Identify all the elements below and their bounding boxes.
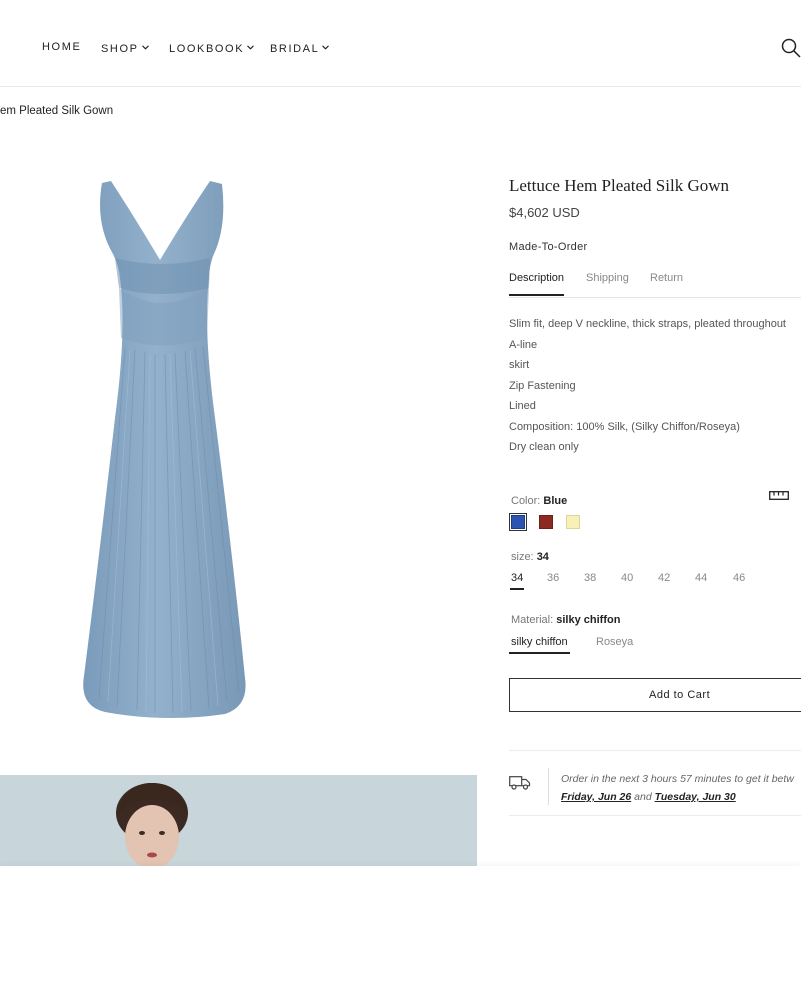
size-option-44[interactable]: 44 — [695, 572, 707, 584]
search-icon[interactable] — [781, 38, 801, 63]
size-label: size: 34 — [511, 551, 549, 563]
color-swatch-cream[interactable] — [566, 515, 580, 529]
material-label-text: Material: — [511, 614, 554, 626]
lifestyle-image[interactable] — [0, 775, 477, 866]
tab-description[interactable]: Description — [509, 272, 565, 296]
description-line: A-line — [509, 338, 538, 351]
truck-icon — [509, 776, 531, 795]
product-description: Slim fit, deep V neckline, thick straps,… — [509, 316, 801, 460]
product-title: Lettuce Hem Pleated Silk Gown — [509, 176, 730, 195]
nav-bridal-label: BRIDAL — [270, 43, 320, 55]
nav-home-label: HOME — [42, 41, 82, 53]
description-line: skirt — [509, 359, 530, 371]
site-header: HOME SHOP LOOKBOOK BRIDAL — [0, 0, 801, 87]
product-tabs: Description Shipping Return — [509, 272, 801, 298]
description-line: Slim fit, deep V neckline, thick straps,… — [509, 318, 786, 330]
delivery-date-start: Friday, Jun 26 — [561, 791, 632, 803]
nav-lookbook[interactable]: LOOKBOOK — [169, 41, 255, 55]
chevron-down-icon — [247, 41, 255, 53]
description-line: Zip Fastening — [509, 379, 576, 392]
delivery-text: Order in the next 3 hours 57 minutes to … — [561, 770, 794, 806]
size-option-38[interactable]: 38 — [584, 572, 596, 584]
delivery-divider — [548, 768, 549, 805]
breadcrumb: em Pleated Silk Gown — [0, 105, 114, 117]
delivery-and: and — [634, 791, 652, 803]
tab-return[interactable]: Return — [650, 272, 683, 284]
color-selected-value: Blue — [543, 495, 568, 507]
size-option-40[interactable]: 40 — [621, 572, 633, 584]
material-selected-value: silky chiffon — [556, 614, 621, 626]
ruler-icon[interactable] — [769, 488, 789, 506]
chevron-down-icon — [322, 41, 330, 53]
product-image[interactable] — [75, 178, 255, 728]
delivery-estimate: Order in the next 3 hours 57 minutes to … — [509, 750, 801, 816]
made-to-order-label: Made-To-Order — [509, 241, 588, 253]
description-line: Lined — [509, 400, 536, 412]
size-selected-value: 34 — [536, 551, 549, 563]
nav-bridal[interactable]: BRIDAL — [270, 41, 330, 55]
delivery-line-2: Friday, Jun 26 and Tuesday, Jun 30 — [561, 788, 794, 806]
delivery-line-1: Order in the next 3 hours 57 minutes to … — [561, 773, 794, 785]
tab-shipping[interactable]: Shipping — [586, 272, 629, 284]
size-option-36[interactable]: 36 — [547, 572, 559, 584]
blank-area — [0, 866, 801, 1000]
material-option-roseya[interactable]: Roseya — [596, 636, 633, 648]
product-price: $4,602 USD — [509, 205, 580, 220]
page-viewport: HOME SHOP LOOKBOOK BRIDAL em Pleated Sil… — [0, 0, 801, 866]
nav-shop-label: SHOP — [101, 43, 139, 55]
chevron-down-icon — [141, 41, 149, 53]
size-label-text: size: — [511, 551, 534, 563]
size-option-46[interactable]: 46 — [733, 572, 745, 584]
nav-home[interactable]: HOME — [42, 41, 81, 53]
delivery-date-end: Tuesday, Jun 30 — [654, 791, 736, 803]
size-option-34[interactable]: 34 — [509, 572, 525, 590]
material-option-silky-chiffon[interactable]: silky chiffon — [509, 636, 570, 654]
color-swatch-blue[interactable] — [509, 513, 527, 531]
description-line: Composition: 100% Silk, (Silky Chiffon/R… — [509, 420, 740, 433]
description-line: Dry clean only — [509, 441, 579, 453]
color-swatch-red[interactable] — [539, 515, 553, 529]
color-label-text: Color: — [511, 495, 541, 507]
add-to-cart-button[interactable]: Add to Cart — [509, 678, 801, 712]
nav-lookbook-label: LOOKBOOK — [169, 43, 245, 55]
color-label: Color: Blue — [511, 495, 567, 507]
size-option-42[interactable]: 42 — [658, 572, 670, 584]
nav-shop[interactable]: SHOP — [101, 41, 149, 55]
material-label: Material: silky chiffon — [511, 614, 620, 626]
